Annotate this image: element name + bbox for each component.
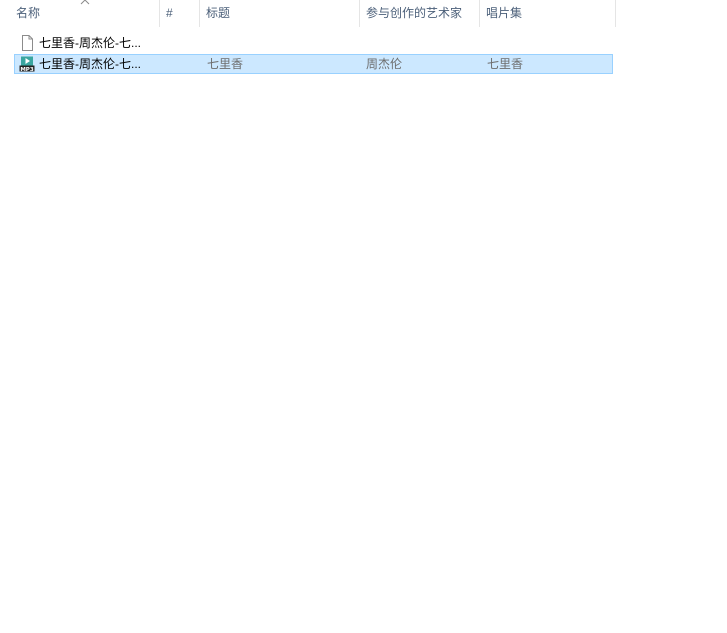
chevron-up-icon bbox=[80, 0, 90, 5]
column-header-artists[interactable]: 参与创作的艺术家 bbox=[360, 0, 480, 27]
column-header-album[interactable]: 唱片集 bbox=[480, 0, 616, 27]
file-title: 七里香 bbox=[207, 57, 244, 71]
file-name: 七里香-周杰伦-七... bbox=[39, 57, 141, 71]
file-album bbox=[487, 34, 607, 52]
column-header-bar: 名称 # 标题 参与创作的艺术家 唱片集 bbox=[0, 0, 616, 27]
column-header-name-label: 名称 bbox=[16, 6, 41, 20]
file-artists: 周杰伦 bbox=[366, 57, 403, 71]
file-row-selected[interactable]: MP3 七里香-周杰伦-七... 七里香 周杰伦 七里香 bbox=[14, 54, 613, 74]
svg-text:MP3: MP3 bbox=[20, 67, 34, 72]
file-row[interactable]: 七里香-周杰伦-七... bbox=[14, 33, 613, 53]
file-number bbox=[167, 34, 197, 52]
document-icon bbox=[22, 35, 33, 51]
column-header-album-label: 唱片集 bbox=[486, 6, 523, 20]
column-divider[interactable] bbox=[615, 0, 616, 27]
file-title bbox=[207, 34, 357, 52]
file-artists bbox=[366, 34, 476, 52]
file-number bbox=[167, 55, 197, 73]
mp3-file-icon: MP3 bbox=[19, 56, 35, 72]
column-header-title-label: 标题 bbox=[206, 6, 231, 20]
file-name: 七里香-周杰伦-七... bbox=[39, 36, 141, 50]
column-header-number-label: # bbox=[166, 6, 173, 20]
column-header-artists-label: 参与创作的艺术家 bbox=[366, 6, 463, 20]
column-header-number[interactable]: # bbox=[160, 0, 200, 27]
file-list: 七里香-周杰伦-七... MP3 七里香-周杰伦-七... 七里香 周杰伦 七里… bbox=[14, 33, 613, 75]
column-header-title[interactable]: 标题 bbox=[200, 0, 360, 27]
file-album: 七里香 bbox=[487, 57, 524, 71]
